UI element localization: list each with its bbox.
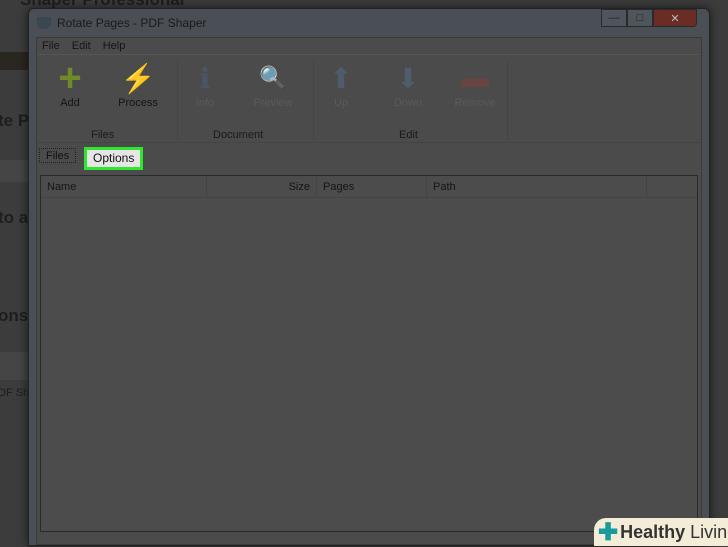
arrow-down-icon: ⬇	[396, 62, 420, 94]
menu-bar: File Edit Help	[37, 38, 701, 55]
close-button[interactable]: ✕	[653, 9, 697, 27]
menu-edit[interactable]: Edit	[72, 38, 91, 54]
minimize-button[interactable]: —	[601, 9, 627, 27]
column-path[interactable]: Path	[427, 176, 647, 197]
menu-help[interactable]: Help	[103, 38, 126, 54]
group-edit-label: Edit	[399, 129, 418, 141]
lightning-icon: ⚡	[120, 62, 156, 94]
tab-files[interactable]: Files	[39, 148, 77, 163]
watermark-text: Living	[690, 521, 728, 542]
process-label: Process	[118, 97, 158, 109]
watermark-bold: Healthy	[620, 521, 686, 542]
window-title: Rotate Pages - PDF Shaper	[57, 16, 207, 30]
tab-options[interactable]: Options	[84, 147, 144, 170]
column-size[interactable]: Size	[207, 176, 317, 197]
info-icon: ℹ	[199, 62, 211, 94]
process-button[interactable]: ⚡ Process	[108, 61, 168, 110]
divider	[507, 61, 508, 141]
up-button[interactable]: ⬆ Up	[311, 61, 371, 110]
column-name[interactable]: Name	[41, 176, 207, 197]
watermark-logo: ✚ Healthy Living	[594, 518, 728, 546]
files-table: Name Size Pages Path	[40, 175, 698, 532]
magnifier-icon: 🔍	[259, 65, 287, 90]
ribbon-toolbar: + Add ⚡ Process ℹ Info 🔍 Preview ⬆ Up ⬇ Down ▬…	[37, 55, 701, 143]
info-button[interactable]: ℹ Info	[175, 61, 235, 110]
info-label: Info	[195, 97, 215, 109]
add-button[interactable]: + Add	[40, 55, 100, 110]
arrow-up-icon: ⬆	[329, 62, 353, 94]
plus-leaf-icon: ✚	[598, 518, 619, 546]
remove-button[interactable]: ▬ Remove	[445, 61, 505, 109]
column-pages[interactable]: Pages	[317, 176, 427, 197]
group-document-label: Document	[213, 129, 264, 141]
minus-icon: ▬	[461, 62, 489, 93]
maximize-button[interactable]: □	[627, 9, 653, 27]
down-button[interactable]: ⬇ Down	[378, 61, 438, 110]
preview-button[interactable]: 🔍 Preview	[243, 61, 303, 109]
plus-icon: +	[58, 55, 82, 100]
up-label: Up	[333, 97, 349, 109]
down-label: Down	[393, 97, 423, 109]
tab-bar: Files Options	[37, 143, 701, 170]
app-window: Rotate Pages - PDF Shaper — □ ✕ File Edi…	[28, 8, 710, 546]
menu-file[interactable]: File	[42, 38, 60, 54]
group-files-label: Files	[91, 129, 115, 141]
preview-label: Preview	[253, 97, 293, 109]
add-label: Add	[60, 97, 80, 109]
remove-label: Remove	[454, 97, 496, 109]
app-icon	[37, 17, 51, 29]
